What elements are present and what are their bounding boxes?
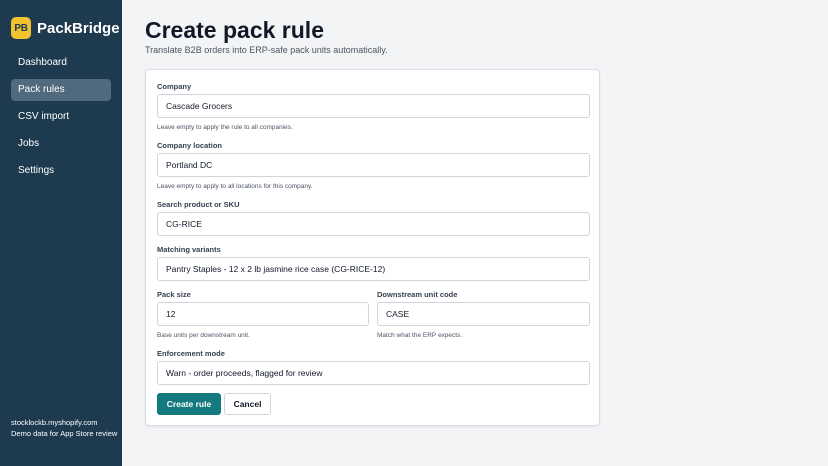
page-subtitle: Translate B2B orders into ERP-safe pack … — [145, 45, 388, 55]
sidebar-item-settings[interactable]: Settings — [11, 160, 111, 182]
location-label: Company location — [157, 141, 223, 150]
unit-code-field[interactable]: CASE — [377, 302, 590, 326]
brand-name: PackBridge — [37, 19, 120, 37]
brand[interactable]: PB PackBridge — [11, 17, 120, 39]
sidebar: PB PackBridge Dashboard Pack rules CSV i… — [0, 0, 122, 466]
location-help: Leave empty to apply to all locations fo… — [157, 183, 313, 190]
create-rule-button[interactable]: Create rule — [157, 393, 221, 415]
demo-note: Demo data for App Store review — [11, 429, 118, 438]
cancel-button[interactable]: Cancel — [224, 393, 271, 415]
sidebar-item-csv-import[interactable]: CSV import — [11, 106, 111, 128]
sidebar-footer: stocklockb.myshopify.com Demo data for A… — [11, 417, 119, 439]
pack-size-help: Base units per downstream unit. — [157, 332, 250, 339]
sidebar-nav: Dashboard Pack rules CSV import Jobs Set… — [11, 52, 111, 187]
form-card: Company Cascade Grocers Leave empty to a… — [145, 69, 600, 426]
pack-size-label: Pack size — [157, 290, 191, 299]
sidebar-item-pack-rules[interactable]: Pack rules — [11, 79, 111, 101]
shop-domain: stocklockb.myshopify.com — [11, 418, 98, 427]
search-input[interactable]: CG-RICE — [157, 212, 590, 236]
variants-label: Matching variants — [157, 245, 221, 254]
sidebar-item-jobs[interactable]: Jobs — [11, 133, 111, 155]
variants-select[interactable]: Pantry Staples - 12 x 2 lb jasmine rice … — [157, 257, 590, 281]
brand-logo-icon: PB — [11, 17, 31, 39]
page-title: Create pack rule — [145, 17, 324, 43]
unit-code-help: Match what the ERP expects. — [377, 332, 463, 339]
location-field[interactable]: Portland DC — [157, 153, 590, 177]
search-label: Search product or SKU — [157, 200, 240, 209]
unit-code-label: Downstream unit code — [377, 290, 458, 299]
company-label: Company — [157, 82, 192, 91]
company-field[interactable]: Cascade Grocers — [157, 94, 590, 118]
sidebar-item-dashboard[interactable]: Dashboard — [11, 52, 111, 74]
pack-size-field[interactable]: 12 — [157, 302, 369, 326]
company-help: Leave empty to apply the rule to all com… — [157, 124, 293, 131]
enforcement-select[interactable]: Warn - order proceeds, flagged for revie… — [157, 361, 590, 385]
enforcement-label: Enforcement mode — [157, 349, 225, 358]
